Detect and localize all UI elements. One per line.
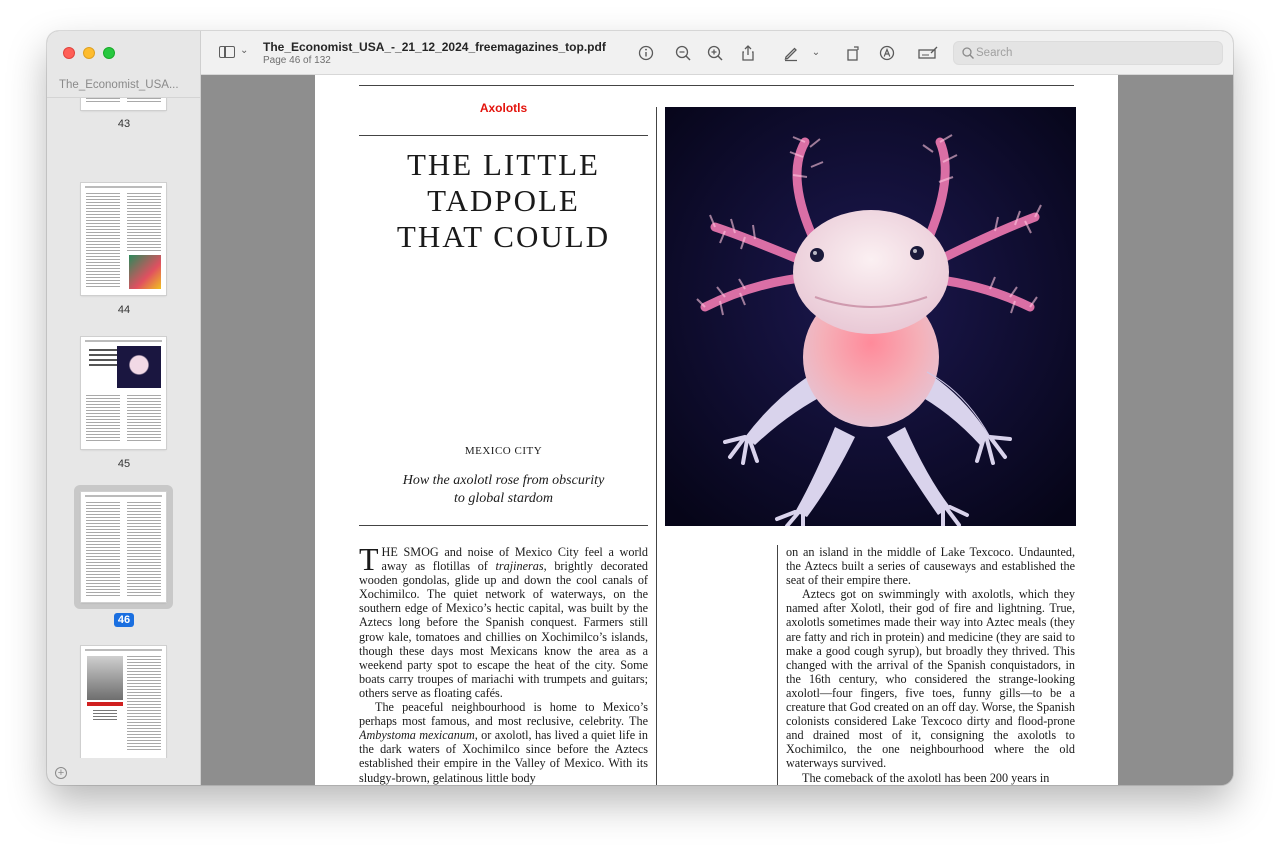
sidebar-toggle-icon[interactable]: [219, 46, 235, 58]
close-window-button[interactable]: [63, 47, 75, 59]
divider-rule: [359, 525, 648, 526]
column-rule: [656, 107, 657, 785]
info-icon[interactable]: [637, 44, 655, 62]
thumbnail-page-47[interactable]: 47: [47, 646, 200, 758]
rubric: How the axolotl rose from obscurity to g…: [375, 472, 632, 508]
document-viewer[interactable]: Axolotls THE LITTLE TADPOLE THAT COULD M…: [201, 75, 1233, 785]
thumbnail-list[interactable]: 43 44 45 46: [47, 98, 200, 758]
sign-form-icon[interactable]: [917, 44, 939, 62]
search-icon: [962, 47, 974, 59]
document-title: The_Economist_USA_-_21_12_2024_freemagaz…: [263, 40, 606, 54]
paragraph: The peaceful neighbourhood is home to Me…: [359, 700, 648, 785]
thumbnail-image: [81, 183, 166, 295]
chevron-down-icon[interactable]: ⌄: [810, 44, 822, 62]
axolotl-photo: [665, 107, 1076, 526]
share-icon[interactable]: [739, 44, 757, 62]
thumbnail-image: [81, 646, 166, 758]
rotate-icon[interactable]: [844, 44, 862, 62]
thumbnail-page-46[interactable]: 46: [47, 485, 200, 630]
sidebar-document-title: The_Economist_USA...: [59, 79, 179, 91]
thumbnail-page-number: 43: [117, 118, 131, 130]
headline-line: TADPOLE: [427, 183, 580, 218]
zoom-in-icon[interactable]: [706, 44, 724, 62]
paragraph-text: , brightly decorated wooden gondolas, gl…: [359, 559, 648, 700]
paragraph-text: The peaceful neighbourhood is home to Me…: [359, 700, 648, 729]
paragraph: Aztecs got on swimmingly with axolotls, …: [786, 587, 1075, 771]
paragraph: on an island in the middle of Lake Texco…: [786, 545, 1075, 588]
divider-rule: [359, 135, 648, 136]
thumbnail-page-number: 45: [117, 458, 131, 470]
search-field[interactable]: [953, 41, 1223, 65]
paragraph: T HE SMOG and noise of Mexico City feel a…: [359, 545, 648, 700]
window-controls: [63, 47, 115, 59]
lead-smallcaps: HE SMOG: [381, 545, 439, 559]
thumbnail-page-44[interactable]: 44: [47, 183, 200, 323]
thumbnail-page-45[interactable]: 45: [47, 337, 200, 477]
article-headline: THE LITTLE TADPOLE THAT COULD: [359, 147, 648, 255]
dateline: MEXICO CITY: [464, 445, 543, 457]
add-page-button[interactable]: +: [55, 767, 67, 779]
toolbar: ⌄ The_Economist_USA_-_21_12_2024_freemag…: [201, 31, 1233, 75]
chevron-down-icon[interactable]: ⌄: [240, 45, 248, 56]
italic-term: Ambystoma mexicanum: [359, 728, 475, 743]
thumbnail-image: [81, 98, 166, 110]
article-body-left-column: T HE SMOG and noise of Mexico City feel a…: [359, 545, 648, 785]
headline-line: THE LITTLE: [406, 147, 600, 182]
headline-line: THAT COULD: [396, 219, 611, 254]
column-rule: [777, 545, 778, 785]
minimize-window-button[interactable]: [83, 47, 95, 59]
thumbnail-page-number: 44: [117, 304, 131, 316]
pdf-page: Axolotls THE LITTLE TADPOLE THAT COULD M…: [315, 75, 1118, 785]
rubric-line: to global stardom: [453, 491, 554, 506]
thumbnail-page-43[interactable]: 43: [47, 98, 200, 168]
annotate-circle-a-icon[interactable]: [878, 44, 896, 62]
zoom-window-button[interactable]: [103, 47, 115, 59]
drop-cap: T: [359, 545, 379, 577]
zoom-out-icon[interactable]: [674, 44, 692, 62]
thumbnail-sidebar: The_Economist_USA... 43 44 45 46 +: [47, 31, 201, 785]
thumbnail-image: [81, 492, 166, 602]
paragraph: The comeback of the axolotl has been 200…: [802, 770, 1050, 785]
page-indicator: Page 46 of 132: [263, 55, 331, 66]
search-input[interactable]: [976, 44, 1216, 62]
thumbnail-image: [81, 337, 166, 449]
rubric-line: How the axolotl rose from obscurity: [402, 473, 605, 488]
italic-term: trajineras: [495, 559, 544, 574]
preview-window: The_Economist_USA... 43 44 45 46 + ⌄ The…: [47, 31, 1233, 785]
top-rule: [359, 85, 1074, 86]
article-body-right-column: on an island in the middle of Lake Texco…: [786, 545, 1075, 785]
thumbnail-page-number: 46: [47, 613, 200, 627]
section-label: Axolotls: [479, 101, 528, 115]
markup-pen-icon[interactable]: [782, 44, 800, 62]
